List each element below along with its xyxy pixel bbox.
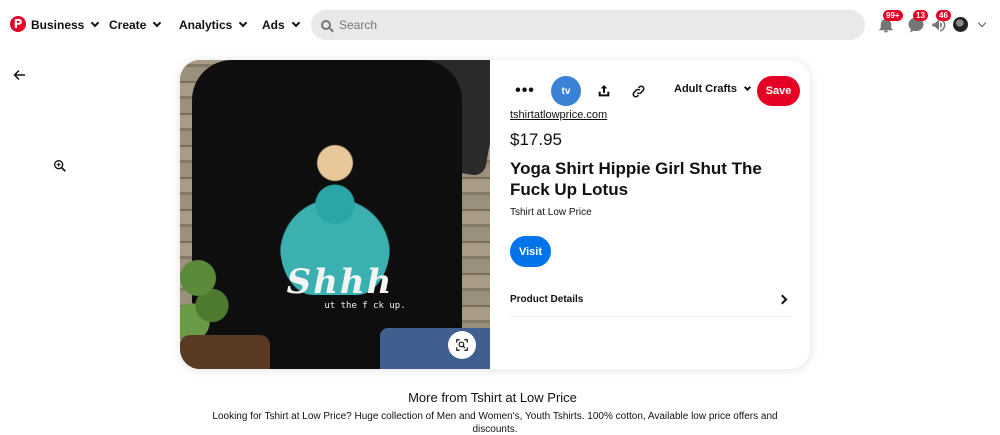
notifications-badge: 99+: [883, 10, 903, 21]
inbox-button[interactable]: 46: [930, 10, 951, 34]
save-button[interactable]: Save: [757, 76, 800, 106]
nav-create-label: Create: [109, 18, 147, 32]
pinterest-logo[interactable]: P: [10, 16, 26, 32]
seller-name[interactable]: Tshirt at Low Price: [510, 207, 592, 218]
nav-create-menu[interactable]: Create: [109, 15, 162, 35]
product-details-row[interactable]: Product Details: [510, 288, 790, 310]
messages-badge: 13: [913, 10, 928, 21]
copy-link-button[interactable]: [623, 76, 653, 106]
pin-details-panel: ••• tv Adult Crafts Save tshirtatlowpric…: [490, 60, 810, 369]
nav-business-menu[interactable]: Business: [31, 15, 100, 35]
avatar[interactable]: [953, 17, 968, 32]
chevron-down-icon: [743, 83, 751, 92]
share-icon: [598, 85, 610, 97]
arrow-left-icon[interactable]: [10, 66, 28, 84]
nav-business-label: Business: [31, 18, 85, 32]
profile-share-button[interactable]: tv: [551, 76, 581, 106]
pin-card: Shhh ut the f ck up. ••• tv Adult Crafts…: [180, 60, 810, 369]
search-icon: [321, 20, 331, 30]
chevron-down-icon: [239, 18, 248, 28]
nav-ads-menu[interactable]: Ads: [262, 15, 300, 35]
pin-toolbar: ••• tv Adult Crafts Save: [510, 76, 800, 106]
nav-analytics-label: Analytics: [179, 18, 233, 32]
more-dots-icon: •••: [515, 82, 535, 99]
more-options-button[interactable]: •••: [510, 76, 540, 106]
inbox-badge: 46: [936, 10, 951, 21]
board-name: Adult Crafts: [674, 83, 737, 95]
chevron-down-icon: [91, 18, 100, 28]
pin-title: Yoga Shirt Hippie Girl Shut The Fuck Up …: [510, 159, 762, 199]
nav-ads-label: Ads: [262, 18, 285, 32]
visual-search-button[interactable]: [448, 331, 476, 359]
visual-search-icon: [456, 339, 468, 351]
source-link[interactable]: tshirtatlowprice.com: [510, 109, 607, 121]
visit-button[interactable]: Visit: [510, 236, 551, 267]
shirt-print-subtext: ut the f ck up.: [324, 301, 406, 311]
chevron-down-icon: [291, 18, 300, 28]
search-input[interactable]: [339, 18, 839, 32]
top-navigation: P Business Create Analytics Ads 99+ 13 4…: [0, 0, 1000, 48]
notifications-button[interactable]: 99+: [877, 10, 903, 34]
more-from-title: More from Tshirt at Low Price: [408, 390, 577, 405]
board-selector[interactable]: Adult Crafts: [674, 83, 751, 95]
zoom-in-icon[interactable]: [52, 158, 68, 174]
chevron-right-icon: [777, 294, 788, 304]
divider: [510, 316, 790, 317]
product-price: $17.95: [510, 130, 562, 149]
chevron-down-icon: [153, 18, 162, 28]
messages-button[interactable]: 13: [907, 10, 928, 34]
search-bar[interactable]: [311, 10, 865, 40]
link-icon: [632, 85, 644, 97]
bag-prop: [180, 335, 270, 369]
product-details-label: Product Details: [510, 293, 584, 305]
chevron-down-icon[interactable]: [977, 18, 987, 28]
share-button[interactable]: [589, 76, 619, 106]
more-from-description: Looking for Tshirt at Low Price? Huge co…: [212, 411, 778, 435]
nav-analytics-menu[interactable]: Analytics: [179, 15, 248, 35]
shirt-print-text: Shhh: [286, 262, 394, 302]
pin-image[interactable]: Shhh ut the f ck up.: [180, 60, 490, 369]
profile-initials: tv: [561, 85, 571, 97]
